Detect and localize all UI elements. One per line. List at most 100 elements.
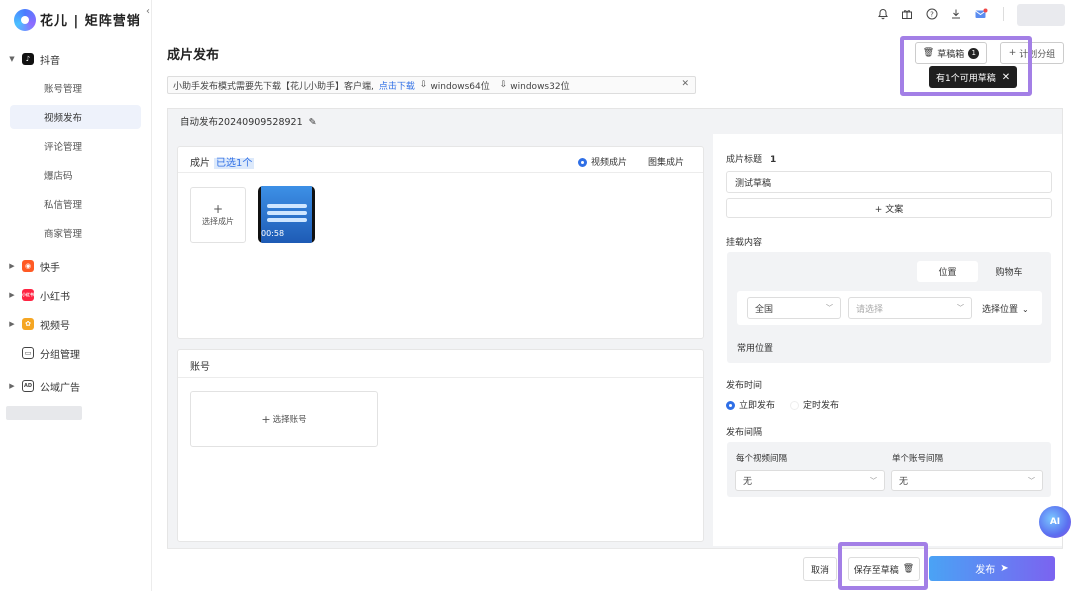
- per-account-label: 单个账号间隔: [892, 454, 944, 464]
- nav-shipinhao-label: 视频号: [40, 320, 70, 332]
- mode-image-radio[interactable]: 图集成片: [648, 155, 684, 168]
- preview-bar: [267, 211, 307, 215]
- nav-xiaohongshu[interactable]: ▶ 小红书 小红书: [6, 285, 70, 305]
- brand-logo-text: 花儿 | 矩阵营销: [40, 14, 141, 29]
- svg-text:?: ?: [930, 11, 934, 19]
- tab-shopping-cart[interactable]: 购物车: [979, 261, 1039, 282]
- select-account-label: 选择账号: [272, 415, 307, 425]
- publish-now-label: 立即发布: [739, 401, 776, 411]
- header-divider: [1003, 7, 1004, 21]
- per-video-value: 无: [743, 477, 753, 487]
- title-label: 成片标题 1: [726, 152, 776, 165]
- clip-duration: 00:58: [261, 229, 285, 238]
- publish-button[interactable]: 发布 ➤: [929, 556, 1055, 581]
- ai-assistant-button[interactable]: AI: [1039, 506, 1071, 538]
- mode-image-label: 图集成片: [648, 158, 685, 168]
- location-select-label: 选择位置: [982, 305, 1019, 315]
- nav-group-mgmt[interactable]: ▭ 分组管理: [18, 343, 80, 363]
- kuaishou-icon: ◉: [22, 260, 34, 272]
- region-value: 全国: [755, 304, 774, 315]
- select-account-button[interactable]: + 选择账号: [190, 391, 378, 447]
- nav-account-mgmt[interactable]: 账号管理: [10, 76, 141, 100]
- add-clip-button[interactable]: + 选择成片: [190, 187, 246, 243]
- mode-video-radio[interactable]: 视频成片: [578, 155, 627, 168]
- nav-store-code[interactable]: 爆店码: [10, 163, 141, 187]
- nav-dm-mgmt[interactable]: 私信管理: [10, 192, 141, 216]
- clips-header-label: 成片: [190, 158, 210, 169]
- highlight-frame-save: [838, 542, 928, 590]
- ads-icon: AD: [22, 380, 34, 392]
- mail-icon[interactable]: [973, 6, 989, 22]
- douyin-icon: ♪: [22, 53, 34, 65]
- region-select[interactable]: 全国 ﹀: [747, 297, 841, 319]
- notice-text: 小助手发布模式需要先下载【花儿小助手】客户端,: [173, 81, 374, 92]
- radio-selected-icon: [578, 158, 587, 167]
- mount-label: 挂载内容: [726, 238, 763, 248]
- publish-scheduled-label: 定时发布: [803, 401, 840, 411]
- nav-xiaohongshu-label: 小红书: [40, 291, 70, 303]
- avatar[interactable]: [1017, 4, 1065, 26]
- bell-icon[interactable]: [875, 6, 891, 22]
- nav-douyin[interactable]: ▼ ♪ 抖音: [6, 49, 60, 69]
- chevron-down-icon: ﹀: [1028, 476, 1035, 485]
- tab-location[interactable]: 位置: [917, 261, 978, 282]
- publish-label: 发布: [975, 565, 996, 576]
- caret-right-icon: ▶: [9, 291, 15, 299]
- publish-scheduled-radio[interactable]: 定时发布: [790, 398, 839, 411]
- caret-down-icon: ▼: [9, 55, 15, 63]
- caret-right-icon: ▶: [9, 320, 15, 328]
- chevron-down-icon: ⌄: [1022, 305, 1029, 314]
- nav-public-ads-label: 公域广告: [40, 382, 80, 394]
- nav-shipinhao[interactable]: ▶ ✿ 视频号: [6, 314, 70, 334]
- download-win32[interactable]: windows32位: [510, 79, 569, 92]
- cancel-button[interactable]: 取消: [803, 557, 837, 581]
- title-count: 1: [770, 155, 777, 165]
- radio-selected-icon: [726, 401, 735, 410]
- frequent-location[interactable]: 常用位置: [737, 341, 773, 354]
- account-header: 账号: [190, 362, 210, 373]
- edit-icon[interactable]: ✎: [309, 117, 317, 128]
- title-input[interactable]: 测试草稿: [726, 171, 1052, 193]
- task-name: 自动发布20240909528921 ✎: [180, 114, 317, 128]
- close-notice-icon[interactable]: ✕: [681, 79, 689, 89]
- gift-icon[interactable]: [899, 6, 915, 22]
- chevron-down-icon: ﹀: [870, 476, 877, 485]
- redacted-item: [6, 406, 82, 420]
- clip-thumbnail[interactable]: 00:58: [258, 186, 315, 243]
- sidebar: 花儿 | 矩阵营销 ▼ ♪ 抖音 账号管理 视频发布 评论管理 爆店码 私信管理…: [0, 0, 152, 591]
- download-icon[interactable]: [948, 6, 964, 22]
- nav-comment-mgmt[interactable]: 评论管理: [10, 134, 141, 158]
- chevron-down-icon: ﹀: [957, 304, 964, 312]
- send-icon: ➤: [1000, 563, 1009, 574]
- per-account-select[interactable]: 无 ﹀: [891, 470, 1043, 491]
- region-sub-select[interactable]: 请选择 ﹀: [848, 297, 972, 319]
- chevron-down-icon: ﹀: [826, 304, 833, 312]
- nav-video-publish[interactable]: 视频发布: [10, 105, 141, 129]
- per-account-value: 无: [899, 477, 909, 487]
- per-video-select[interactable]: 无 ﹀: [735, 470, 885, 491]
- download-icon: ⇩: [419, 80, 428, 90]
- publish-now-radio[interactable]: 立即发布: [726, 398, 775, 411]
- add-copy-button[interactable]: + 文案: [726, 198, 1052, 218]
- shipinhao-icon: ✿: [22, 318, 34, 330]
- add-clip-label: 选择成片: [202, 217, 234, 226]
- xiaohongshu-icon: 小红书: [22, 289, 34, 301]
- download-win64[interactable]: windows64位: [430, 79, 489, 92]
- radio-unselected-icon: [790, 401, 799, 410]
- divider: [178, 172, 703, 173]
- nav-merchant-mgmt[interactable]: 商家管理: [10, 221, 141, 245]
- nav-public-ads[interactable]: ▶ AD 公域广告: [6, 376, 80, 396]
- per-video-label: 每个视频间隔: [736, 454, 788, 464]
- highlight-frame-draft: [900, 36, 1032, 96]
- plus-icon: +: [212, 202, 224, 216]
- caret-right-icon: ▶: [9, 382, 15, 390]
- download-notice: 小助手发布模式需要先下载【花儿小助手】客户端, 点击下载 ⇩ windows64位…: [167, 76, 696, 94]
- help-icon[interactable]: ?: [924, 6, 940, 22]
- location-select[interactable]: 选择位置 ⌄: [982, 302, 1029, 315]
- collapse-sidebar-icon[interactable]: ‹: [146, 6, 150, 17]
- clips-header: 成片 已选1个: [190, 154, 255, 169]
- nav-kuaishou[interactable]: ▶ ◉ 快手: [6, 256, 60, 276]
- region-placeholder: 请选择: [856, 304, 884, 315]
- download-link[interactable]: 点击下载: [379, 79, 415, 92]
- download-icon: ⇩: [499, 80, 508, 90]
